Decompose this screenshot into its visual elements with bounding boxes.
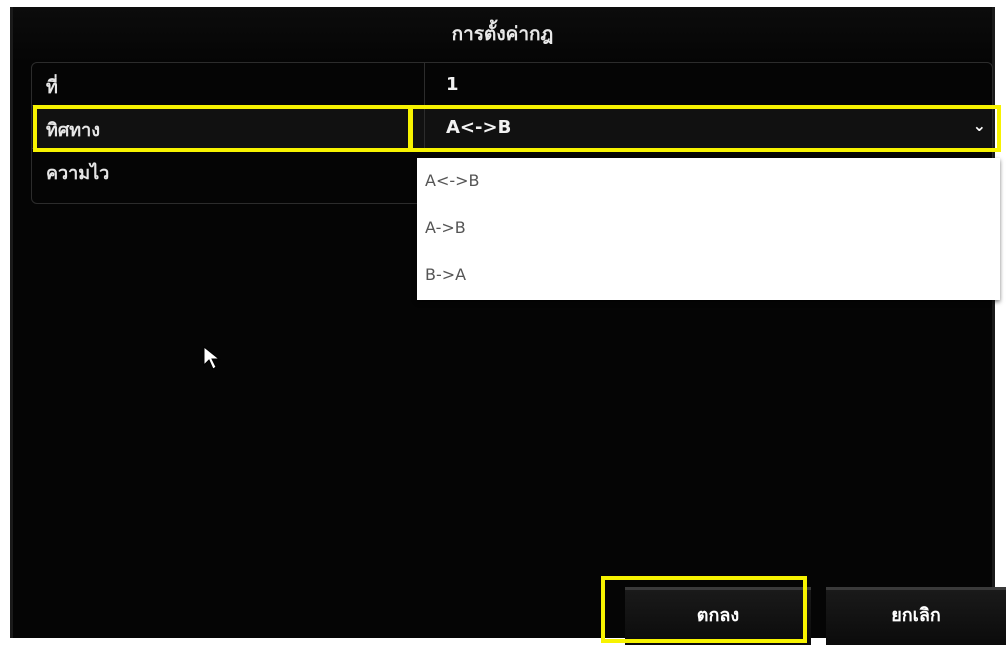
- row-direction-label: ทิศทาง: [46, 120, 101, 141]
- dropdown-option[interactable]: A->B: [417, 205, 1000, 252]
- ok-button[interactable]: ตกลง: [625, 587, 811, 645]
- dialog-title: การตั้งค่ากฎ: [451, 23, 554, 45]
- column-divider: [424, 63, 425, 105]
- row-sensitivity-label: ความไว: [46, 163, 110, 184]
- direction-dropdown-list: A<->B A->B B->A: [417, 158, 1000, 300]
- direction-selected-value: A<->B: [446, 117, 512, 138]
- chevron-down-icon[interactable]: ⌄: [973, 116, 986, 135]
- cancel-button[interactable]: ยกเลิก: [826, 587, 1006, 645]
- dropdown-option[interactable]: B->A: [417, 252, 1000, 299]
- dialog-window: การตั้งค่ากฎ ที่ 1 ทิศทาง A<->B ⌄ ความไว…: [10, 7, 1006, 645]
- dropdown-option-label: A<->B: [425, 171, 480, 190]
- dialog-title-bar: การตั้งค่ากฎ: [13, 7, 992, 62]
- row-number-label: ที่: [46, 77, 58, 98]
- row-number-value: 1: [446, 74, 459, 95]
- dropdown-option[interactable]: A<->B: [417, 158, 1000, 205]
- mouse-pointer-icon: [203, 345, 221, 370]
- row-direction: ทิศทาง A<->B ⌄: [32, 106, 992, 148]
- dropdown-option-label: A->B: [425, 218, 466, 237]
- dropdown-option-label: B->A: [425, 265, 467, 284]
- direction-select[interactable]: A<->B ⌄: [425, 106, 992, 148]
- row-number: ที่ 1: [32, 63, 992, 105]
